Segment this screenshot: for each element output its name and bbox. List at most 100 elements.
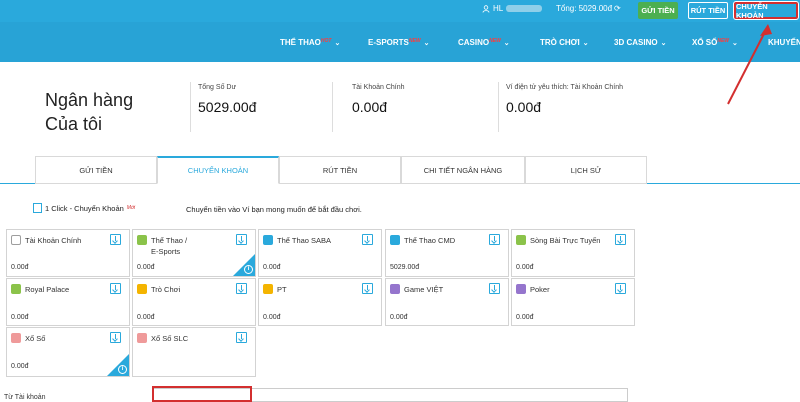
wallet-name: Tài Khoản Chính — [25, 236, 82, 245]
wallet-icon — [263, 235, 273, 245]
stat-main-account: Tài Khoản Chính 0.00đ — [352, 84, 405, 115]
tab-deposit[interactable]: GỬI TIỀN — [35, 156, 157, 184]
wallet-card[interactable]: Thể Thao SABA 0.00đ — [258, 229, 382, 277]
nav-item-esports[interactable]: E-SPORTSNEW ⌄ — [368, 38, 429, 47]
transfer-in-icon[interactable] — [236, 332, 247, 343]
deposit-button[interactable]: GỬI TIỀN — [638, 2, 678, 19]
user-info[interactable]: HL — [482, 4, 543, 13]
username-masked — [506, 5, 543, 12]
wallet-card[interactable]: Sòng Bài Trực Tuyến 0.00đ — [511, 229, 635, 277]
chevron-down-icon: ⌄ — [423, 40, 430, 47]
annotation-arrow — [727, 24, 772, 105]
wallet-amount: 0.00đ — [390, 314, 408, 321]
stat-label: Tài Khoản Chính — [352, 84, 405, 91]
stat-value: 5029.00đ — [198, 99, 257, 115]
transfer-in-icon[interactable] — [615, 283, 626, 294]
wallet-name: Royal Palace — [25, 285, 70, 294]
chevron-down-icon: ⌄ — [660, 40, 667, 47]
new-badge: NEW — [408, 38, 421, 44]
transfer-in-icon[interactable] — [110, 332, 121, 343]
wallet-name: PT — [277, 285, 287, 294]
total-balance: Tổng: 5029.00đ ⟳ — [556, 4, 621, 13]
nav-item-casino[interactable]: CASINONEW ⌄ — [458, 38, 510, 47]
transfer-in-icon[interactable] — [110, 283, 121, 294]
wallet-amount: 0.00đ — [263, 264, 281, 271]
wallet-amount: 0.00đ — [263, 314, 281, 321]
wallet-amount: 0.00đ — [11, 314, 29, 321]
new-badge: Mới — [126, 205, 136, 211]
wallet-card[interactable]: Game VIỆT 0.00đ — [385, 278, 509, 326]
wallet-name: Poker — [530, 285, 550, 294]
wallet-card[interactable]: Tài Khoản Chính 0.00đ — [6, 229, 130, 277]
tab-withdraw[interactable]: RÚT TIỀN — [279, 156, 401, 184]
transfer-in-icon[interactable] — [236, 283, 247, 294]
one-click-transfer[interactable]: 1 Click - Chuyển Khoản Mới — [33, 203, 135, 213]
wallet-card[interactable]: Poker 0.00đ — [511, 278, 635, 326]
wallet-name: Trò Chơi — [151, 285, 181, 294]
stat-value: 0.00đ — [352, 99, 388, 115]
divider — [332, 82, 333, 132]
username-prefix: HL — [493, 4, 504, 13]
stat-total-balance: Tổng Số Dư 5029.00đ — [198, 84, 256, 115]
info-corner — [107, 354, 129, 376]
transfer-in-icon[interactable] — [236, 234, 247, 245]
top-bar: HL Tổng: 5029.00đ ⟳ GỬI TIỀN RÚT TIỀN CH… — [0, 0, 800, 22]
wallet-card[interactable]: Thể Thao / E-Sports 0.00đ i — [132, 229, 256, 277]
wallet-name: Sòng Bài Trực Tuyến — [530, 236, 601, 245]
nav-item-label: E-SPORTS — [368, 38, 409, 47]
wallet-card[interactable]: Royal Palace 0.00đ — [6, 278, 130, 326]
wallet-icon — [263, 284, 273, 294]
wallet-amount: 0.00đ — [137, 314, 155, 321]
wallet-amount: 0.00đ — [11, 363, 29, 370]
nav-item-label: CASINO — [458, 38, 490, 47]
stat-favorite-wallet: Ví điện tử yêu thích: Tài Khoản Chính 0.… — [506, 84, 623, 115]
wallet-icon — [516, 235, 526, 245]
divider — [498, 82, 499, 132]
tab-history[interactable]: LỊCH SỬ — [525, 156, 647, 184]
wallet-name: Thể Thao CMD — [404, 236, 456, 245]
one-click-label: 1 Click - Chuyển Khoản — [45, 203, 124, 213]
nav-item-3d-casino[interactable]: 3D CASINO ⌄ — [614, 38, 666, 47]
withdraw-button[interactable]: RÚT TIỀN — [688, 2, 728, 19]
wallet-icon — [516, 284, 526, 294]
chevron-down-icon: ⌄ — [503, 40, 510, 47]
info-icon[interactable]: i — [118, 365, 127, 374]
wallet-icon — [11, 284, 21, 294]
wallet-card[interactable]: Xổ Số SLC — [132, 327, 256, 377]
wallet-card[interactable]: Trò Chơi 0.00đ — [132, 278, 256, 326]
wallet-card[interactable]: Thể Thao CMD 5029.00đ — [385, 229, 509, 277]
total-balance-label: Tổng: 5029.00đ — [556, 4, 613, 13]
page-title: Ngân hàng Của tôi — [45, 88, 133, 136]
nav-item-games[interactable]: TRÒ CHƠI ⌄ — [540, 38, 589, 47]
wallet-amount: 0.00đ — [137, 264, 155, 271]
stat-label: Ví điện tử yêu thích: Tài Khoản Chính — [506, 84, 624, 91]
page-title-line1: Ngân hàng — [45, 90, 134, 110]
wallet-amount: 5029.00đ — [390, 264, 420, 271]
nav-item-sports[interactable]: THỂ THAOHOT ⌄ — [280, 38, 340, 47]
info-corner — [233, 254, 255, 276]
chevron-down-icon: ⌄ — [582, 40, 589, 47]
transfer-button[interactable]: CHUYỂN KHOẢN — [733, 1, 799, 20]
wallet-name: Thể Thao / E-Sports — [151, 236, 188, 256]
wallet-card[interactable]: PT 0.00đ — [258, 278, 382, 326]
transfer-in-icon[interactable] — [489, 234, 500, 245]
wallet-card[interactable]: Xổ Số 0.00đ i — [6, 327, 130, 377]
wallet-name: Xổ Số SLC — [151, 334, 189, 343]
info-icon[interactable]: i — [244, 265, 253, 274]
refresh-icon[interactable]: ⟳ — [614, 4, 621, 13]
transfer-in-icon[interactable] — [615, 234, 626, 245]
transfer-in-icon[interactable] — [362, 234, 373, 245]
nav-item-label: THỂ THAO — [280, 38, 321, 47]
wallet-icon — [137, 235, 147, 245]
transfer-in-icon[interactable] — [362, 283, 373, 294]
transfer-in-icon[interactable] — [110, 234, 121, 245]
stat-value: 0.00đ — [506, 99, 542, 115]
tab-bank-details[interactable]: CHI TIẾT NGÂN HÀNG — [401, 156, 525, 184]
nav-item-label: 3D CASINO — [614, 38, 658, 47]
nav-item-label: TRÒ CHƠI — [540, 38, 580, 47]
wallet-name: Thể Thao SABA — [277, 236, 332, 245]
transfer-in-icon[interactable] — [489, 283, 500, 294]
tab-transfer[interactable]: CHUYỂN KHOẢN — [157, 156, 279, 184]
wallet-icon — [137, 333, 147, 343]
wallet-icon — [390, 235, 400, 245]
